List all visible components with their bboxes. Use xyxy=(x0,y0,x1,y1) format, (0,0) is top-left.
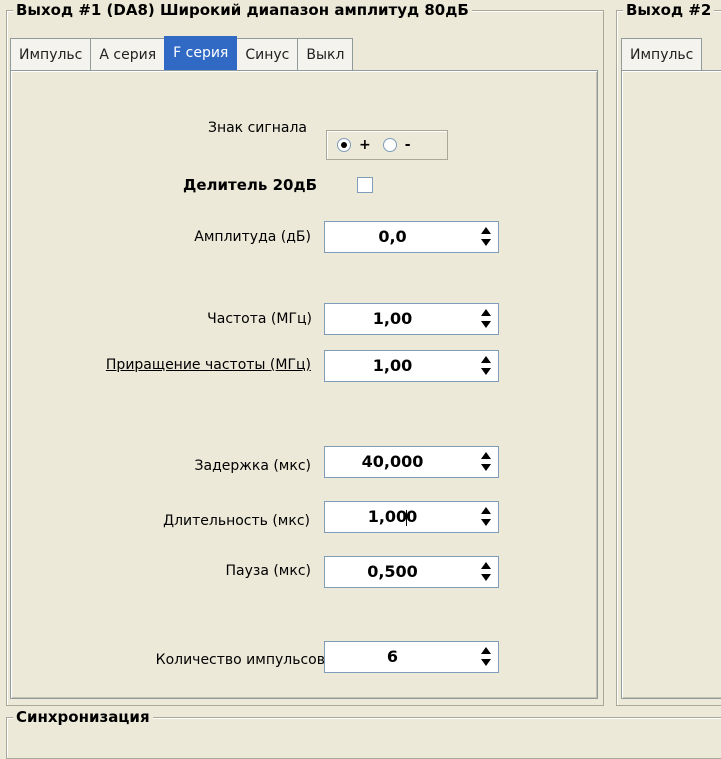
pause-spinbox[interactable]: 0,500 xyxy=(324,556,499,588)
divider-checkbox[interactable] xyxy=(357,177,373,193)
delay-down-arrow-icon[interactable] xyxy=(480,462,492,474)
output2-tabs: Импульс xyxy=(621,38,703,70)
amplitude-up-arrow-icon[interactable] xyxy=(480,225,492,237)
delay-label: Задержка (мкс) xyxy=(194,458,311,474)
duration-down-arrow-icon[interactable] xyxy=(480,517,492,529)
duration-value-part1: 1,00 xyxy=(367,507,408,526)
amplitude-label: Амплитуда (дБ) xyxy=(194,229,311,245)
output1-panel xyxy=(10,70,598,699)
amplitude-value[interactable]: 0,0 xyxy=(325,222,460,252)
pause-down-arrow-icon[interactable] xyxy=(480,572,492,584)
pause-value[interactable]: 0,500 xyxy=(325,557,460,587)
output2-panel xyxy=(621,70,721,699)
sign-plus-radio[interactable] xyxy=(337,138,351,152)
delay-up-arrow-icon[interactable] xyxy=(480,450,492,462)
pause-up-arrow-icon[interactable] xyxy=(480,560,492,572)
sign-minus-label: - xyxy=(404,137,411,153)
tab-sine[interactable]: Синус xyxy=(236,38,299,70)
pulse-count-up-arrow-icon[interactable] xyxy=(480,645,492,657)
sign-plus-label: + xyxy=(359,137,371,153)
pulse-count-down-arrow-icon[interactable] xyxy=(480,657,492,669)
freq-step-up-arrow-icon[interactable] xyxy=(480,354,492,366)
tab-impulse[interactable]: Импульс xyxy=(10,38,92,70)
sign-radio-group: + - xyxy=(326,130,448,160)
tab-off[interactable]: Выкл xyxy=(297,38,354,70)
amplitude-spinbox[interactable]: 0,0 xyxy=(324,221,499,253)
duration-spinbox[interactable]: 1,000 xyxy=(324,501,499,533)
pulse-count-value[interactable]: 6 xyxy=(325,642,460,672)
duration-value[interactable]: 1,000 xyxy=(325,502,460,532)
frequency-spinbox[interactable]: 1,00 xyxy=(324,303,499,335)
frequency-label: Частота (МГц) xyxy=(207,311,312,327)
amplitude-down-arrow-icon[interactable] xyxy=(480,237,492,249)
freq-step-spinbox[interactable]: 1,00 xyxy=(324,350,499,382)
delay-value[interactable]: 40,000 xyxy=(325,447,460,477)
freq-step-down-arrow-icon[interactable] xyxy=(480,366,492,378)
tab-a-series[interactable]: А серия xyxy=(90,38,166,70)
pulse-count-spinbox[interactable]: 6 xyxy=(324,641,499,673)
sign-minus-radio[interactable] xyxy=(382,138,397,152)
sign-label: Знак сигнала xyxy=(207,120,307,136)
freq-step-value[interactable]: 1,00 xyxy=(325,351,460,381)
output1-tabs: Импульс А серия F серия Синус Выкл xyxy=(10,36,354,72)
duration-value-part2: 0 xyxy=(406,507,418,526)
duration-up-arrow-icon[interactable] xyxy=(480,505,492,517)
tab-f-series[interactable]: F серия xyxy=(164,36,238,70)
pause-label: Пауза (мкс) xyxy=(225,563,311,579)
frequency-value[interactable]: 1,00 xyxy=(325,304,460,334)
sync-group: Синхронизация xyxy=(6,708,721,759)
duration-label: Длительность (мкс) xyxy=(163,513,310,529)
frequency-up-arrow-icon[interactable] xyxy=(480,307,492,319)
sync-title: Синхронизация xyxy=(13,708,153,726)
frequency-down-arrow-icon[interactable] xyxy=(480,319,492,331)
output1-title: Выход #1 (DA8) Широкий диапазон амплитуд… xyxy=(13,1,472,19)
output2-title: Выход #2 xyxy=(623,1,715,19)
divider-label: Делитель 20дБ xyxy=(182,176,317,194)
pulse-count-label: Количество импульсов xyxy=(155,652,325,668)
output2-tab-impulse[interactable]: Импульс xyxy=(621,38,703,70)
delay-spinbox[interactable]: 40,000 xyxy=(324,446,499,478)
freq-step-label[interactable]: Приращение частоты (МГц) xyxy=(106,357,311,373)
